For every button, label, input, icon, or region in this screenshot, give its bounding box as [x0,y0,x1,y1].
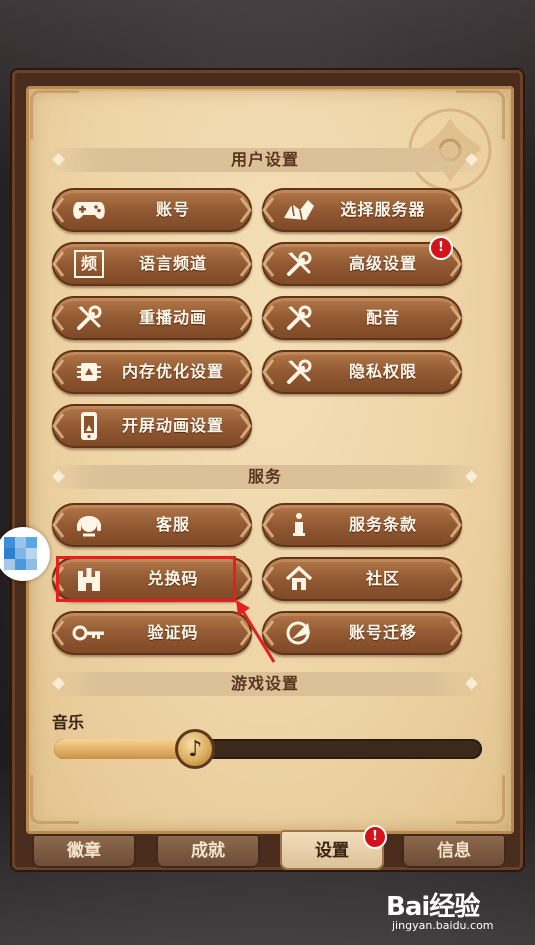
settings-tab-alert-badge: ! [363,825,387,849]
tools-icon [282,249,316,279]
info-icon [282,510,316,540]
ornament-corner [456,775,505,824]
advanced-settings-alert-badge: ! [429,236,453,260]
music-note-slider-handle-icon[interactable]: ♪ [175,729,216,769]
ornament-corner [30,775,79,824]
community-button-label: 社区 [365,569,400,588]
language-channel-icon: 频 [72,249,106,279]
account-button[interactable]: 账号 [52,188,252,232]
tab-achievements[interactable]: 成就 [156,834,260,868]
migration-icon [282,618,316,648]
pointer-arrow-icon [236,600,276,663]
community-button[interactable]: 社区 [262,557,462,601]
memory-optimization-button-label: 内存优化设置 [121,362,224,381]
tools-icon [282,303,316,333]
chip-icon [72,357,106,387]
headset-icon [72,510,106,540]
watermark-brand: Bai经验 [386,892,480,922]
music-label: 音乐 [52,713,85,732]
dubbing-button-label: 配音 [365,308,400,327]
home-icon [282,564,316,594]
account-button-label: 账号 [155,200,190,219]
watermark-site: jingyan.baidu.com [392,919,494,932]
select-server-button-label: 选择服务器 [340,200,426,219]
terms-of-service-button[interactable]: 服务条款 [262,503,462,547]
map-icon [282,195,316,225]
dubbing-button[interactable]: 配音 [262,296,462,340]
splash-animation-button-label: 开屏动画设置 [121,416,224,435]
section-header-game-settings: 游戏设置 [46,672,484,696]
terms-of-service-button-label: 服务条款 [348,515,417,534]
replay-animation-button[interactable]: 重播动画 [52,296,252,340]
language-channel-button[interactable]: 频 语言频道 [52,242,252,286]
music-volume-fill [54,739,196,759]
bottom-tab-bar: 徽章 成就 设置 信息 [30,830,508,870]
section-title: 用户设置 [230,150,299,169]
language-channel-button-label: 语言频道 [138,254,207,273]
verification-code-button[interactable]: 验证码 [52,611,252,655]
memory-optimization-button[interactable]: 内存优化设置 [52,350,252,394]
privacy-permissions-button[interactable]: 隐私权限 [262,350,462,394]
ornament-corner [30,90,79,139]
tab-badges[interactable]: 徽章 [32,834,136,868]
section-title: 游戏设置 [230,674,299,693]
gamepad-icon [72,195,106,225]
section-title: 服务 [247,467,282,486]
account-migration-button-label: 账号迁移 [348,623,417,642]
select-server-button[interactable]: 选择服务器 [262,188,462,232]
section-header-service: 服务 [46,465,484,489]
privacy-permissions-button-label: 隐私权限 [348,362,417,381]
splash-animation-button[interactable]: 开屏动画设置 [52,404,252,448]
key-icon [72,618,106,648]
customer-service-button-label: 客服 [155,515,190,534]
redeem-code-highlight-box [56,556,236,602]
phone-icon [72,411,106,441]
section-header-user-settings: 用户设置 [46,148,484,172]
tools-icon [72,303,106,333]
verification-code-button-label: 验证码 [147,623,199,642]
tools-icon [282,357,316,387]
baidu-jingyan-watermark: Bai经验 jingyan.baidu.com [386,884,526,938]
replay-animation-button-label: 重播动画 [138,308,207,327]
tab-info[interactable]: 信息 [402,834,506,868]
customer-service-button[interactable]: 客服 [52,503,252,547]
account-migration-button[interactable]: 账号迁移 [262,611,462,655]
